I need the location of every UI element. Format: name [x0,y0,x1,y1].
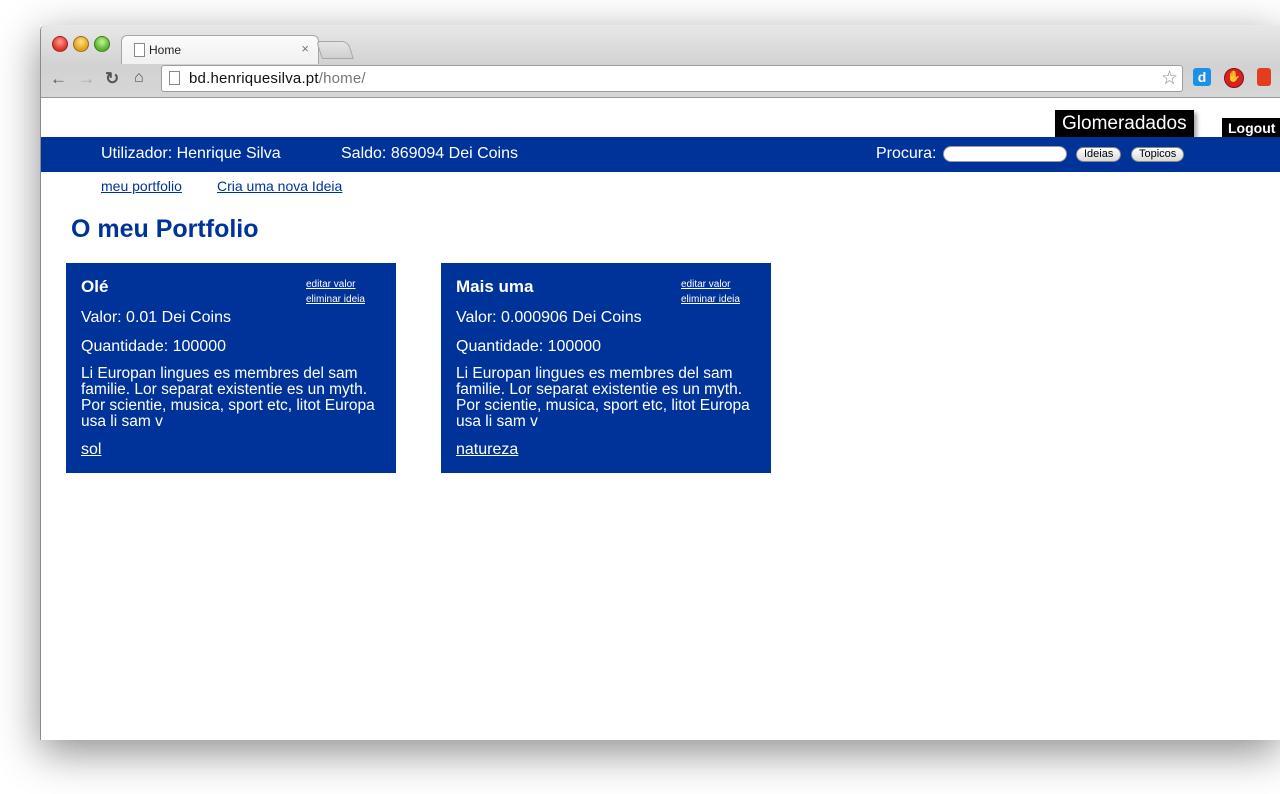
idea-card: Mais uma editar valor eliminar ideia Val… [441,263,771,473]
idea-actions: editar valor eliminar ideia [306,277,365,307]
idea-card: Olé editar valor eliminar ideia Valor: 0… [66,263,396,473]
browser-chrome: Home × ← → ↻ ⌂ bd.henriquesilva.pt/home/… [41,25,1280,98]
idea-quantity: Quantidade: 100000 [456,338,602,355]
idea-value: Valor: 0.000906 Dei Coins [456,309,642,326]
edit-value-link[interactable]: editar valor [306,277,365,292]
balance-label: Saldo: 869094 Dei Coins [341,145,519,162]
address-bar[interactable]: bd.henriquesilva.pt/home/ ☆ [161,65,1183,92]
star-icon[interactable]: ☆ [1161,67,1178,90]
search-label: Procura: [876,145,937,162]
new-tab-button[interactable] [316,41,354,59]
idea-name: Olé [81,277,109,296]
zoom-window-button[interactable] [94,36,110,52]
search-ideias-button[interactable]: Ideias [1076,147,1122,162]
page-icon [169,71,180,85]
reload-icon[interactable]: ↻ [105,69,119,89]
forward-icon[interactable]: → [78,69,95,89]
minimize-window-button[interactable] [73,36,89,52]
url-text: bd.henriquesilva.pt/home/ [189,70,366,87]
page-content: Glomeradados Logout Utilizador: Henrique… [41,98,1280,740]
edit-value-link[interactable]: editar valor [681,277,740,292]
back-icon[interactable]: ← [50,69,67,89]
page-title: O meu Portfolio [71,215,259,243]
user-bar: Utilizador: Henrique Silva Saldo: 869094… [41,137,1280,172]
idea-name: Mais uma [456,277,534,296]
delete-idea-link[interactable]: eliminar ideia [681,292,740,307]
idea-topic-link[interactable]: natureza [456,441,518,459]
page-icon [134,43,145,57]
extension-stop-icon[interactable]: ✋ [1224,68,1244,88]
tab-home[interactable]: Home × [121,35,319,64]
browser-window: Home × ← → ↻ ⌂ bd.henriquesilva.pt/home/… [40,25,1280,740]
close-window-button[interactable] [52,36,68,52]
idea-actions: editar valor eliminar ideia [681,277,740,307]
idea-description: Li Europan lingues es membres del sam fa… [81,365,375,430]
tab-title: Home [149,43,182,57]
idea-description: Li Europan lingues es membres del sam fa… [456,365,750,430]
portfolio-link[interactable]: meu portfolio [101,178,182,194]
extension-bookmark-icon[interactable] [1257,68,1271,86]
extension-d-icon[interactable]: d [1193,68,1211,86]
idea-quantity: Quantidade: 100000 [81,338,227,355]
delete-idea-link[interactable]: eliminar ideia [306,292,365,307]
idea-topic-link[interactable]: sol [81,441,101,459]
tab-close-icon[interactable]: × [301,41,309,56]
search-input[interactable] [943,146,1067,162]
home-icon[interactable]: ⌂ [134,69,144,87]
logout-button[interactable]: Logout [1222,118,1280,138]
new-idea-link[interactable]: Cria uma nova Ideia [217,178,342,194]
site-brand[interactable]: Glomeradados [1055,110,1194,137]
search-topicos-button[interactable]: Topicos [1131,147,1185,162]
idea-value: Valor: 0.01 Dei Coins [81,309,231,326]
user-label: Utilizador: Henrique Silva [101,145,281,162]
